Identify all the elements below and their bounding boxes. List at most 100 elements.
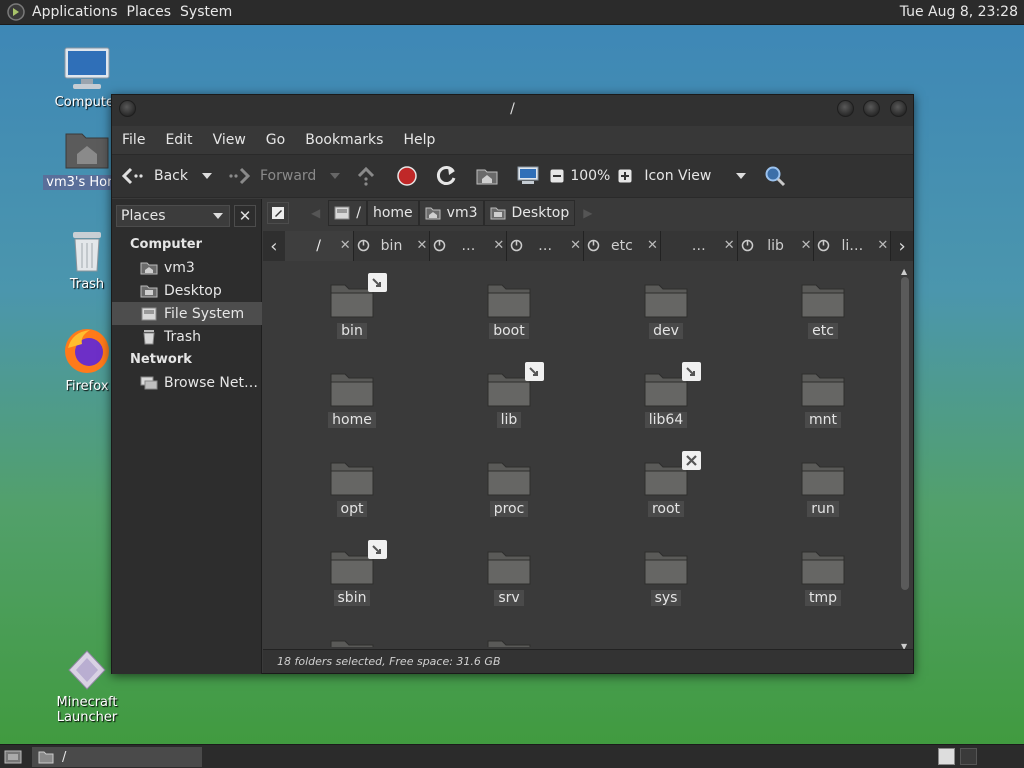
drive-icon (334, 206, 350, 220)
zoom-in-icon[interactable] (618, 169, 632, 183)
tab-close-icon[interactable]: ✕ (570, 238, 581, 253)
tab-close-icon[interactable]: ✕ (877, 238, 888, 253)
location-edit-toggle[interactable] (267, 202, 289, 224)
show-desktop-icon[interactable] (4, 748, 22, 766)
tab-label: lib (767, 238, 784, 254)
tab-label: bin (380, 238, 403, 254)
path-segment-label: Desktop (511, 205, 570, 221)
folder-item[interactable]: mnt (758, 370, 888, 428)
system-menu[interactable]: System (180, 4, 241, 20)
folder-item[interactable]: bin (287, 273, 417, 339)
sidebar-item-vm3[interactable]: vm3 (112, 256, 262, 279)
applications-menu[interactable]: Applications (32, 4, 127, 20)
tab-6[interactable]: … ✕ (660, 231, 738, 261)
path-segment-label: / (356, 205, 361, 221)
forward-history-dropdown-icon[interactable] (330, 173, 341, 179)
forward-label: Forward (260, 168, 317, 184)
tab-bin[interactable]: bin ✕ (353, 231, 431, 261)
folder-item[interactable]: run (758, 459, 888, 517)
sidebar-item-desktop[interactable]: Desktop (112, 279, 262, 302)
reload-icon[interactable] (436, 165, 458, 187)
view-mode-dropdown-icon[interactable] (736, 173, 747, 179)
path-scroll-right-icon[interactable]: ▶ (583, 206, 592, 220)
up-arrow-icon[interactable] (356, 166, 376, 186)
folder-icon-view[interactable]: bin boot dev etc home lib lib64 mnt opt proc root r… (267, 261, 900, 647)
sidebar-item-trash[interactable]: Trash (112, 325, 262, 348)
menu-view[interactable]: View (213, 132, 246, 148)
tab-power-icon (510, 239, 523, 252)
sidebar-item-file-system[interactable]: File System (112, 302, 262, 325)
path-scroll-left-icon[interactable]: ◀ (311, 206, 320, 220)
folder-item[interactable]: home (287, 370, 417, 428)
folder-icon (330, 462, 374, 496)
tab-4[interactable]: … ✕ (507, 231, 585, 261)
tab-etc[interactable]: etc ✕ (584, 231, 661, 261)
folder-item[interactable]: etc (758, 281, 888, 339)
tab-close-icon[interactable]: ✕ (493, 238, 504, 253)
maximize-button[interactable] (863, 100, 880, 117)
back-button[interactable]: Back (122, 167, 188, 185)
back-history-dropdown-icon[interactable] (202, 173, 212, 179)
distro-logo-icon[interactable] (6, 2, 26, 22)
folder-item[interactable]: proc (444, 459, 574, 517)
menu-edit[interactable]: Edit (165, 132, 192, 148)
folder-label: tmp (804, 590, 841, 606)
folder-item[interactable]: tmp (758, 548, 888, 606)
clock[interactable]: Tue Aug 8, 23:28 (900, 4, 1018, 20)
tab-close-icon[interactable]: ✕ (340, 238, 351, 253)
menu-bookmarks[interactable]: Bookmarks (305, 132, 383, 148)
folder-item[interactable]: lib64 (601, 362, 731, 428)
forward-button[interactable]: Forward (228, 167, 316, 185)
tab-close-icon[interactable]: ✕ (647, 238, 658, 253)
zoom-out-icon[interactable] (550, 169, 564, 183)
symlink-emblem-icon (525, 362, 544, 381)
tab-close-icon[interactable]: ✕ (417, 238, 428, 253)
folder-item[interactable]: root (601, 451, 731, 517)
sidebar-selector[interactable]: Places (116, 205, 230, 227)
view-mode-select[interactable]: Icon View (644, 168, 736, 184)
window-titlebar[interactable]: / (112, 95, 913, 126)
sidebar-item-label: Desktop (164, 282, 222, 299)
tab-8[interactable]: li… ✕ (814, 231, 892, 261)
tab-close-icon[interactable]: ✕ (724, 238, 735, 253)
tabs-scroll-left-icon[interactable]: ‹ (263, 231, 285, 261)
workspace-switcher-2[interactable] (960, 748, 977, 765)
tab-3[interactable]: … ✕ (430, 231, 508, 261)
tab-close-icon[interactable]: ✕ (801, 238, 812, 253)
folder-icon (487, 551, 531, 585)
menu-file[interactable]: File (122, 132, 145, 148)
scroll-up-icon[interactable]: ▲ (901, 267, 907, 276)
sidebar-item-browse-network[interactable]: Browse Net… (112, 371, 262, 394)
stop-icon[interactable] (396, 165, 418, 187)
folder-item[interactable]: dev (601, 281, 731, 339)
search-icon[interactable] (764, 165, 786, 187)
folder-item[interactable]: sbin (287, 540, 417, 606)
folder-item[interactable]: srv (444, 548, 574, 606)
minimize-button[interactable] (837, 100, 854, 117)
minecraft-icon (68, 650, 106, 690)
sidebar-close-button[interactable]: ✕ (234, 205, 256, 227)
tabs-scroll-right-icon[interactable]: › (891, 231, 913, 261)
folder-item[interactable]: opt (287, 459, 417, 517)
vertical-scrollbar[interactable]: ▲ ▼ (900, 267, 910, 651)
path-segment-root[interactable]: / (328, 200, 367, 226)
folder-item[interactable]: sys (601, 548, 731, 606)
path-segment-home[interactable]: home (366, 200, 419, 226)
path-segment-vm3[interactable]: vm3 (418, 200, 484, 226)
places-menu[interactable]: Places (127, 4, 181, 20)
tab-root[interactable]: / ✕ (284, 231, 354, 261)
workspace-switcher-1[interactable] (938, 748, 955, 765)
home-icon[interactable] (476, 166, 498, 186)
folder-item-partial[interactable] (444, 637, 574, 647)
folder-item[interactable]: lib (444, 362, 574, 428)
folder-item[interactable]: boot (444, 281, 574, 339)
tab-lib[interactable]: lib ✕ (737, 231, 815, 261)
close-button[interactable] (890, 100, 907, 117)
path-segment-desktop[interactable]: Desktop (483, 200, 576, 226)
menu-go[interactable]: Go (266, 132, 285, 148)
computer-icon[interactable] (516, 165, 540, 187)
taskbar-window-button[interactable]: / (32, 747, 202, 767)
menu-help[interactable]: Help (403, 132, 435, 148)
folder-item-partial[interactable] (287, 637, 417, 647)
scrollbar-thumb[interactable] (901, 277, 909, 590)
